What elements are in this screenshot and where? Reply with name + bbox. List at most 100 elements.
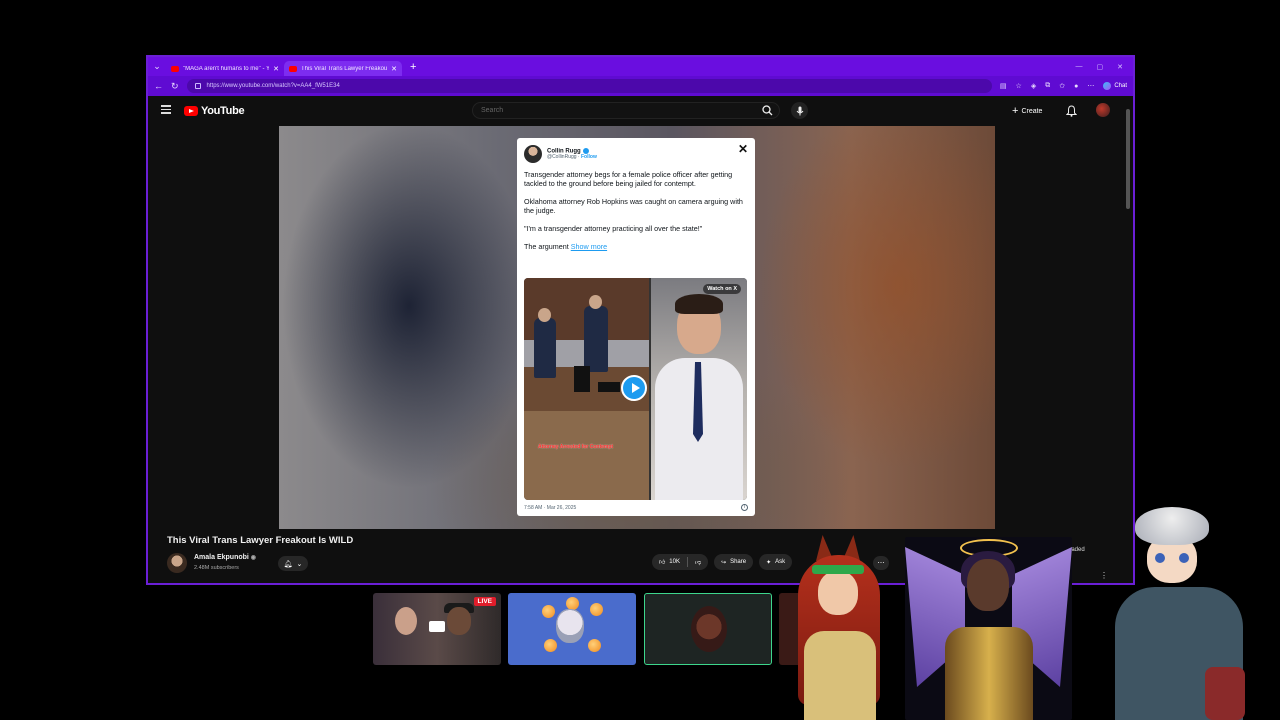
screen-share-icon — [429, 621, 445, 632]
vtuber-angel-avatar — [905, 537, 1072, 720]
toolbar-icons: ▤ ☆ ◈ ⧉ ✩ ● ⋯ Chat — [1000, 82, 1127, 90]
extension-icon[interactable]: ◈ — [1031, 82, 1036, 90]
site-info-icon[interactable] — [194, 83, 201, 89]
sleeve — [1205, 667, 1245, 720]
video-actions: 👍︎ 10K 👎︎ ↪ Share ✦ Ask — [652, 554, 793, 570]
subscriber-count: 2.48M subscribers — [194, 565, 239, 571]
tab-maga-video[interactable]: "MAGA aren't humans to me" - Yo ✕ — [166, 61, 284, 76]
youtube-logo-text: YouTube — [201, 105, 245, 117]
participant-tile-speaking[interactable] — [644, 593, 772, 665]
chat-button[interactable]: Chat — [1103, 82, 1127, 90]
keyboard — [598, 382, 620, 392]
verified-icon: ◉ — [250, 555, 257, 561]
like-count: 10K — [669, 559, 680, 565]
tab-close-icon[interactable]: ✕ — [273, 65, 279, 73]
copilot-icon — [1103, 82, 1112, 90]
video-player[interactable]: Collin Rugg @CollinRugg · Follow ✕ Trans… — [279, 126, 995, 529]
like-button[interactable]: 👍︎ 10K 👎︎ — [652, 554, 709, 570]
search-button[interactable] — [754, 102, 780, 119]
create-button[interactable]: + Create — [1012, 103, 1042, 119]
tweet-text: Transgender attorney begs for a female p… — [524, 170, 750, 260]
person-head — [538, 308, 551, 322]
search-placeholder: Search — [481, 107, 504, 114]
orb-decoration — [590, 603, 603, 616]
tab-bar: ⌄ "MAGA aren't humans to me" - Yo ✕ This… — [148, 57, 1133, 76]
eye — [1179, 553, 1189, 563]
account-avatar[interactable] — [1096, 103, 1110, 117]
verified-icon — [582, 147, 589, 154]
menu-dots-icon[interactable]: ⋯ — [1087, 82, 1094, 90]
chat-label: Chat — [1114, 83, 1127, 89]
vtuber-fox-avatar — [776, 535, 906, 720]
attorney-portrait — [651, 278, 747, 500]
share-button[interactable]: ↪ Share — [714, 554, 754, 570]
subscription-bell-button[interactable]: 🔔︎ ⌄ — [278, 556, 308, 571]
favorites-icon[interactable]: ✩ — [1059, 82, 1065, 90]
url-field[interactable]: https://www.youtube.com/watch?v=AA4_fW51… — [186, 79, 992, 93]
info-icon[interactable]: i — [741, 504, 748, 511]
tweet-paragraph: "I'm a transgender attorney practicing a… — [524, 224, 703, 233]
favorite-star-icon[interactable]: ☆ — [1016, 82, 1022, 90]
tweet-paragraph: Transgender attorney begs for a female p… — [524, 170, 733, 188]
channel-avatar[interactable] — [167, 553, 187, 573]
close-icon[interactable]: ✕ — [738, 142, 748, 156]
divider — [686, 557, 688, 567]
maximize-icon[interactable]: ▢ — [1097, 63, 1104, 71]
participant-avatar — [556, 609, 584, 643]
extension-icon[interactable]: ⧉ — [1045, 82, 1050, 90]
refresh-icon[interactable]: ↻ — [171, 81, 179, 92]
tab-close-icon[interactable]: ✕ — [391, 65, 397, 73]
show-more-link[interactable]: Show more — [571, 242, 607, 251]
gold-vest — [945, 627, 1033, 720]
youtube-play-logo-icon — [184, 106, 198, 116]
search-input[interactable]: Search — [472, 102, 780, 119]
scrollbar-thumb[interactable] — [1126, 109, 1130, 209]
dislike-icon[interactable]: 👎︎ — [695, 558, 701, 566]
back-arrow-icon[interactable]: ← — [154, 81, 163, 91]
tweet-author-avatar — [524, 145, 542, 163]
tweet-handle: @CollinRugg — [547, 154, 577, 161]
address-bar: ← ↻ https://www.youtube.com/watch?v=AA4_… — [148, 76, 1133, 96]
profile-icon[interactable]: ● — [1074, 83, 1078, 90]
tweet-author-row: Collin Rugg — [547, 147, 597, 154]
youtube-favicon-icon — [171, 65, 179, 72]
participant-face — [395, 607, 417, 635]
watch-on-x-button[interactable]: Watch on X — [703, 284, 741, 294]
youtube-logo[interactable]: YouTube — [184, 105, 245, 117]
new-tab-plus-icon[interactable]: + — [410, 61, 416, 73]
stream-canvas: ⌄ "MAGA aren't humans to me" - Yo ✕ This… — [0, 0, 1280, 720]
person-figure — [584, 306, 608, 372]
voice-search-button[interactable] — [791, 102, 808, 119]
plus-icon: + — [1012, 104, 1019, 117]
video-caption: Attorney Arrested for Contempt — [538, 444, 614, 450]
vtuber-white-hair-avatar — [1105, 507, 1255, 720]
play-icon[interactable] — [621, 375, 647, 401]
follow-link[interactable]: Follow — [581, 154, 597, 160]
window-controls: — ▢ ✕ — [1076, 63, 1134, 71]
tweet-handle-row: @CollinRugg · Follow — [547, 154, 597, 161]
hair — [1135, 507, 1209, 545]
tab-title: "MAGA aren't humans to me" - Yo — [183, 65, 270, 72]
participant-face — [447, 607, 471, 635]
tweet-video[interactable]: Watch on X Attorney Arrested for Contemp… — [524, 278, 747, 500]
hair — [675, 294, 723, 314]
window-close-icon[interactable]: ✕ — [1117, 63, 1123, 71]
tab-list-chevron-icon[interactable]: ⌄ — [148, 57, 166, 76]
channel-name[interactable]: Amala Ekpunobi ◉ — [194, 554, 256, 561]
bell-icon: 🔔︎ — [283, 560, 293, 568]
browser-window: ⌄ "MAGA aren't humans to me" - Yo ✕ This… — [146, 55, 1135, 585]
monitor — [574, 366, 590, 392]
participant-tile-live[interactable]: LIVE — [373, 593, 501, 665]
tweet-embed: Collin Rugg @CollinRugg · Follow ✕ Trans… — [517, 138, 755, 516]
share-label: Share — [730, 559, 747, 565]
notifications-bell-icon[interactable] — [1065, 104, 1078, 122]
hamburger-icon[interactable] — [161, 105, 171, 114]
channel-name-text: Amala Ekpunobi — [194, 554, 249, 561]
minimize-icon[interactable]: — — [1076, 63, 1083, 71]
reader-icon[interactable]: ▤ — [1000, 82, 1007, 90]
youtube-header: YouTube Search + Create — [148, 96, 1133, 126]
live-badge: LIVE — [473, 597, 496, 606]
mic-icon — [796, 106, 803, 115]
participant-tile-avatar[interactable] — [508, 593, 636, 665]
tab-trans-lawyer-video[interactable]: This Viral Trans Lawyer Freakout Is ✕ — [284, 61, 402, 76]
